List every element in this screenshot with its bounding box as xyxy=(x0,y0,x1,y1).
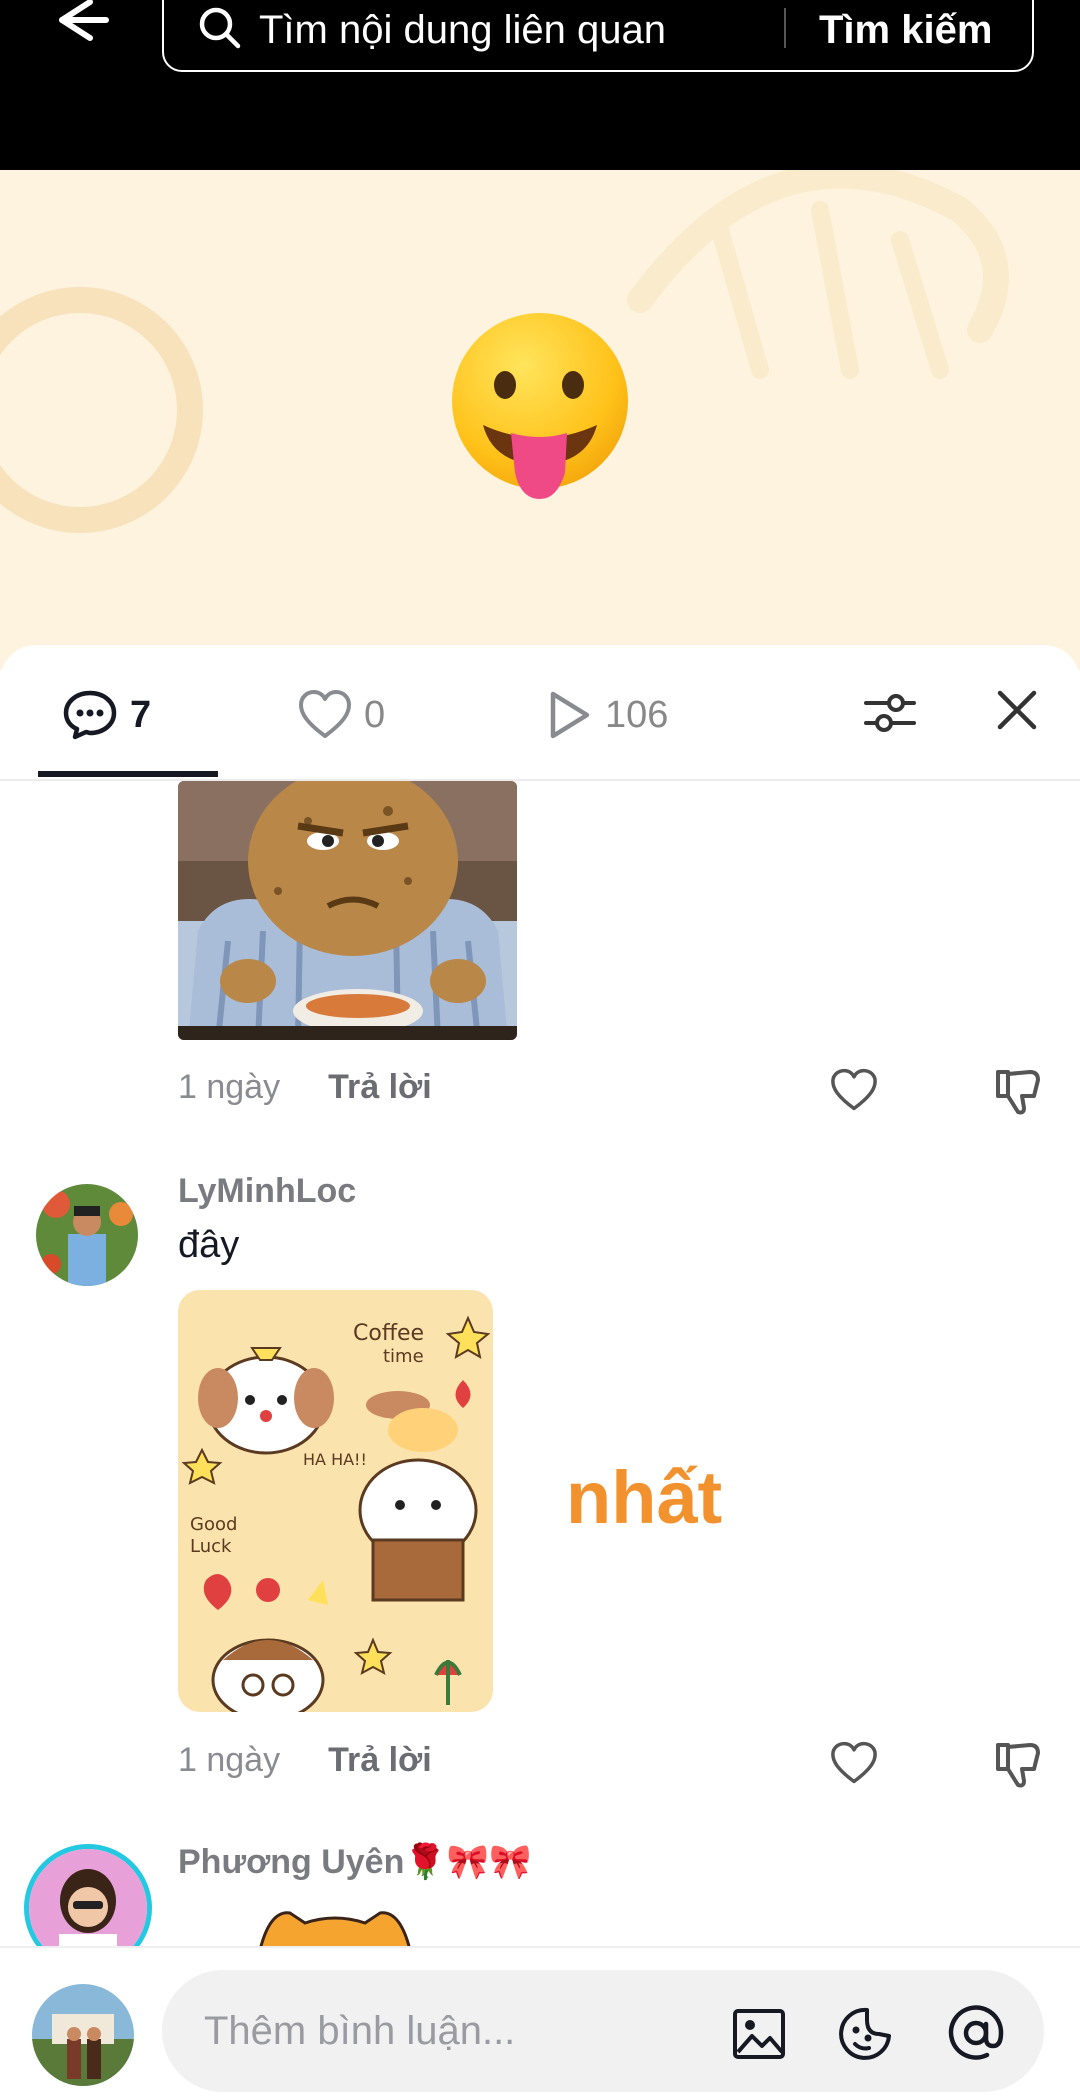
comment-username[interactable]: Phương Uyên🌹🎀🎀 xyxy=(178,1842,531,1882)
svg-text:Luck: Luck xyxy=(190,1536,232,1557)
comment-meta: 1 ngày Trả lời xyxy=(178,1068,432,1107)
close-icon[interactable] xyxy=(994,687,1040,738)
comment-time: 1 ngày xyxy=(178,1068,281,1106)
search-box[interactable]: Tìm nội dung liên quan Tìm kiếm xyxy=(162,0,1034,72)
comment-meta: 1 ngày Trả lời xyxy=(178,1741,432,1780)
comment-image-cat[interactable] xyxy=(250,1905,420,1950)
search-button[interactable]: Tìm kiếm xyxy=(819,4,992,56)
sticker-icon[interactable] xyxy=(837,2006,893,2067)
back-arrow-icon[interactable] xyxy=(50,0,130,60)
svg-text:Coffee: Coffee xyxy=(353,1321,424,1346)
avatar[interactable] xyxy=(36,1184,138,1286)
tab-plays[interactable]: 106 xyxy=(545,685,668,745)
comment-input-container[interactable] xyxy=(162,1970,1044,2092)
comment-input[interactable] xyxy=(202,1998,706,2064)
comment-icon xyxy=(63,690,117,740)
active-tab-indicator xyxy=(38,771,218,777)
thumbs-down-icon[interactable] xyxy=(992,1066,1042,1121)
like-comment-icon[interactable] xyxy=(830,1068,878,1117)
panel-tabs: 7 0 106 xyxy=(0,645,1080,781)
overlay-caption: nhất xyxy=(566,1456,723,1539)
search-divider xyxy=(784,8,786,48)
filter-icon[interactable] xyxy=(862,685,918,746)
image-icon[interactable] xyxy=(732,2008,786,2065)
tongue-out-emoji xyxy=(447,313,633,499)
likes-count: 0 xyxy=(364,693,386,736)
comment-image-sticker[interactable]: Coffee time HA HA!! Good Luck xyxy=(178,1290,493,1712)
play-icon xyxy=(550,691,590,739)
reply-button[interactable]: Trả lời xyxy=(328,1068,432,1107)
tab-likes[interactable]: 0 xyxy=(298,685,385,745)
at-icon[interactable] xyxy=(947,2004,1005,2067)
thumbs-down-icon[interactable] xyxy=(992,1739,1042,1794)
comment-text: đây xyxy=(178,1224,240,1266)
like-comment-icon[interactable] xyxy=(830,1741,878,1790)
svg-text:Good: Good xyxy=(190,1514,237,1535)
comment-username[interactable]: LyMinhLoc xyxy=(178,1172,356,1211)
comments-count: 7 xyxy=(130,693,152,736)
tab-comments[interactable]: 7 xyxy=(62,685,151,745)
search-icon xyxy=(196,4,242,55)
comment-image-meme[interactable] xyxy=(178,781,517,1040)
comment-time: 1 ngày xyxy=(178,1741,281,1779)
reply-button[interactable]: Trả lời xyxy=(328,1741,432,1780)
my-avatar[interactable] xyxy=(32,1984,134,2086)
heart-icon xyxy=(299,690,351,738)
comment-panel: 7 0 106 xyxy=(0,645,1080,2096)
svg-text:time: time xyxy=(383,1346,424,1367)
plays-count: 106 xyxy=(605,693,669,736)
top-bar: Tìm nội dung liên quan Tìm kiếm xyxy=(0,0,1080,170)
search-input[interactable]: Tìm nội dung liên quan xyxy=(259,4,666,56)
comment-composer-bar xyxy=(0,1946,1080,2098)
svg-text:HA HA!!: HA HA!! xyxy=(303,1450,367,1469)
